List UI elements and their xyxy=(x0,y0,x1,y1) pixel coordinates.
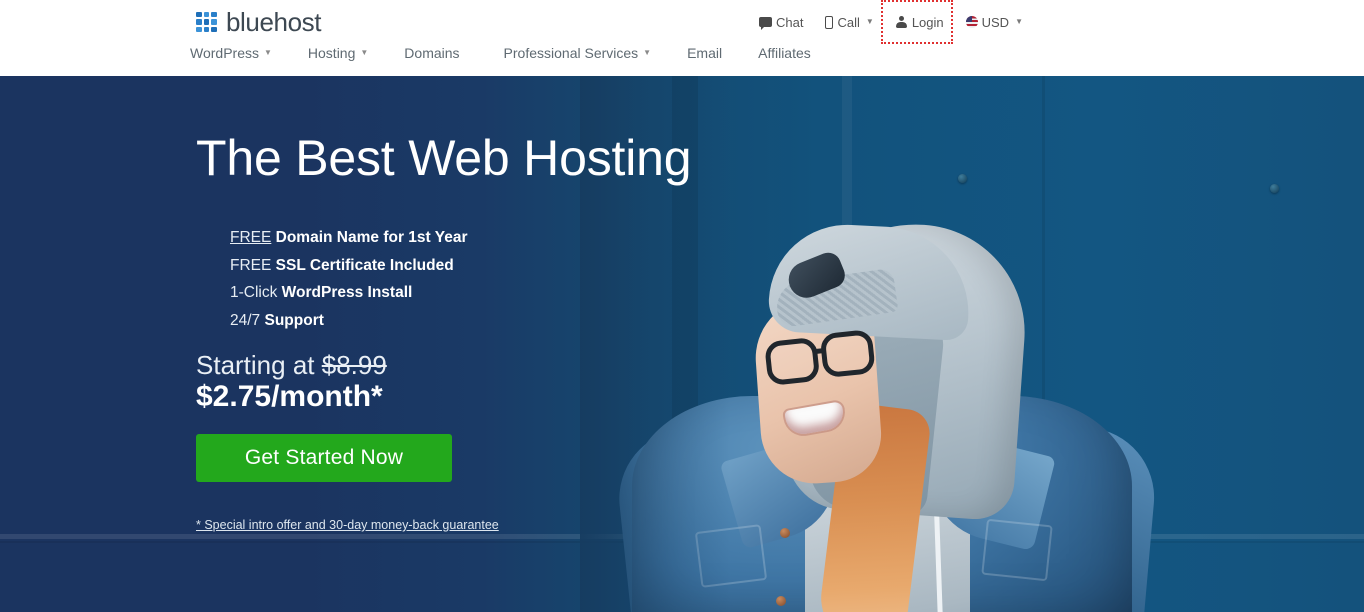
bluehost-logo[interactable]: bluehost xyxy=(196,7,322,37)
price-original: $8.99 xyxy=(321,350,387,380)
utility-nav-item-chat[interactable]: Chat xyxy=(748,11,814,33)
nav-label-email: Email xyxy=(687,45,723,61)
chevron-down-icon: ▼ xyxy=(643,48,652,57)
nav-item-email[interactable]: Email xyxy=(687,45,744,61)
nav-item-domains[interactable]: Domains xyxy=(404,45,481,61)
chat-bubble-icon xyxy=(759,17,773,30)
utility-nav: Chat Call ▼ Login USD ▼ xyxy=(748,11,1034,33)
page-title: The Best Web Hosting xyxy=(196,130,692,186)
feature-lead: 24/7 xyxy=(230,311,261,329)
list-item: FREE SSL Certificate Included xyxy=(230,252,467,280)
feature-rest: WordPress Install xyxy=(277,284,413,301)
nav-label-hosting: Hosting xyxy=(307,45,356,61)
offer-footnote-link[interactable]: * Special intro offer and 30-day money-b… xyxy=(196,518,499,532)
chevron-down-icon: ▼ xyxy=(1015,17,1023,26)
utility-nav-item-currency[interactable]: USD ▼ xyxy=(955,11,1034,33)
nav-label-domains: Domains xyxy=(404,45,460,61)
logo-wordmark: bluehost xyxy=(226,7,322,37)
chevron-down-icon: ▼ xyxy=(360,48,369,57)
nav-item-hosting[interactable]: Hosting ▼ xyxy=(308,45,390,61)
feature-list: FREE Domain Name for 1st Year FREE SSL C… xyxy=(230,224,467,334)
chevron-down-icon: ▼ xyxy=(865,17,874,26)
feature-lead: 1-Click xyxy=(230,284,278,301)
price-original-line: Starting at $8.99 xyxy=(196,350,387,381)
price-current: $2.75/month* xyxy=(196,380,383,413)
nav-item-affiliates[interactable]: Affiliates xyxy=(758,45,833,61)
site-header: bluehost Chat Call ▼ Login USD ▼ WordPre… xyxy=(0,0,1364,76)
nav-item-professional-services[interactable]: Professional Services ▼ xyxy=(504,45,674,61)
feature-rest: Support xyxy=(260,311,324,329)
utility-nav-item-call[interactable]: Call ▼ xyxy=(814,11,884,33)
us-flag-icon xyxy=(965,16,978,28)
nav-label-wordpress: WordPress xyxy=(190,45,259,61)
photo-left-fade xyxy=(580,76,1364,612)
nav-item-wordpress[interactable]: WordPress ▼ xyxy=(190,45,294,61)
mobile-phone-icon xyxy=(825,15,834,29)
main-nav: WordPress ▼ Hosting ▼ Domains Profession… xyxy=(190,45,847,61)
feature-rest: SSL Certificate Included xyxy=(271,256,454,274)
list-item: FREE Domain Name for 1st Year xyxy=(230,224,467,252)
nav-label-affiliates: Affiliates xyxy=(758,45,811,61)
grid-icon xyxy=(196,11,217,33)
utility-nav-label-currency: USD xyxy=(981,14,1010,30)
hero-section: The Best Web Hosting FREE Domain Name fo… xyxy=(0,76,1364,612)
utility-nav-item-login[interactable]: Login xyxy=(885,11,955,33)
utility-nav-label-chat: Chat xyxy=(776,14,804,30)
hero-photo xyxy=(580,76,1364,612)
utility-nav-label-call: Call xyxy=(837,14,860,30)
user-icon xyxy=(896,15,908,29)
feature-lead: FREE xyxy=(230,256,272,274)
list-item: 24/7 Support xyxy=(230,307,467,335)
get-started-button[interactable]: Get Started Now xyxy=(196,434,452,482)
chevron-down-icon: ▼ xyxy=(263,48,272,57)
feature-lead: FREE xyxy=(230,229,272,246)
list-item: 1-Click WordPress Install xyxy=(230,279,467,307)
price-prefix: Starting at xyxy=(196,350,322,380)
feature-rest: Domain Name for 1st Year xyxy=(271,229,468,246)
nav-label-professional-services: Professional Services xyxy=(503,45,639,61)
utility-nav-label-login: Login xyxy=(911,14,944,30)
